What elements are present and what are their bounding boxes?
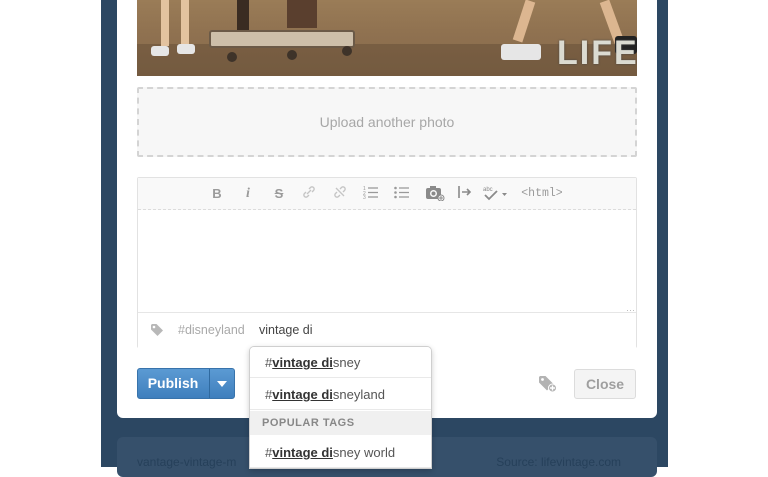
tag-autocomplete-dropdown: #vintage disney #vintage disneyland POPU… <box>249 346 432 469</box>
photo-shoe <box>151 46 169 56</box>
photo-cart <box>209 30 355 48</box>
publish-divider <box>209 369 210 398</box>
photo-runner-leg <box>512 0 536 43</box>
popular-tag-suggestion[interactable]: #vintage disney world <box>250 437 431 468</box>
photo-wheel <box>342 46 352 56</box>
insert-image-icon[interactable] <box>424 185 446 203</box>
tag-suggestion-rest: sney world <box>332 445 396 460</box>
uploaded-photo: LIFE <box>137 0 637 76</box>
editor-toolbar: B i S 123 abc <html> <box>138 178 636 210</box>
caption-editor: B i S 123 abc <html> ⋯ #disneyland vinta… <box>137 177 637 348</box>
publish-button[interactable]: Publish <box>138 369 208 398</box>
bullet-list-icon[interactable] <box>393 185 411 203</box>
svg-text:3: 3 <box>363 195 366 199</box>
strikethrough-button[interactable]: S <box>272 185 286 203</box>
life-watermark-logo: LIFE <box>557 34 637 72</box>
bold-button[interactable]: B <box>210 185 224 203</box>
caption-text-area[interactable] <box>138 210 636 312</box>
photo-child-leg <box>161 0 169 46</box>
tag-input[interactable]: vintage di <box>259 323 313 337</box>
spellcheck-label: abc <box>483 187 493 193</box>
photo-child-leg <box>237 0 249 30</box>
popular-tags-header: POPULAR TAGS <box>250 411 431 435</box>
photo-wheel <box>287 50 297 60</box>
close-button[interactable]: Close <box>574 369 636 399</box>
add-tag-icon[interactable] <box>538 375 558 393</box>
chevron-down-icon[interactable] <box>217 381 227 387</box>
photo-child-body <box>287 0 317 28</box>
photo-sneaker <box>501 44 541 60</box>
photo-wheel <box>227 52 237 62</box>
photo-shoe <box>177 44 195 54</box>
upload-another-photo-label: Upload another photo <box>319 114 455 130</box>
tag-suggestion-rest: sneyland <box>332 387 385 402</box>
tag-suggestion-match: vintage di <box>272 445 333 460</box>
existing-tag[interactable]: #disneyland <box>178 323 245 337</box>
unlink-icon[interactable] <box>332 185 348 203</box>
italic-button[interactable]: i <box>241 185 255 203</box>
photo-child-leg <box>181 0 189 44</box>
tag-suggestion-match: vintage di <box>272 355 333 370</box>
tag-suggestion[interactable]: #vintage disney <box>250 347 431 378</box>
publish-button-group: Publish <box>137 368 235 399</box>
tags-field[interactable]: #disneyland vintage di <box>138 312 636 348</box>
read-more-icon[interactable] <box>456 185 474 203</box>
tag-suggestion-rest: sney <box>332 355 361 370</box>
tag-icon <box>150 323 164 337</box>
upload-another-photo-button[interactable]: Upload another photo <box>137 87 637 157</box>
html-mode-button[interactable]: <html> <box>520 185 564 203</box>
tag-suggestion-match: vintage di <box>272 387 333 402</box>
tag-suggestion[interactable]: #vintage disneyland <box>250 379 431 410</box>
spellcheck-icon[interactable]: abc <box>481 185 511 203</box>
numbered-list-icon[interactable]: 123 <box>362 185 380 203</box>
link-icon[interactable] <box>301 185 317 203</box>
